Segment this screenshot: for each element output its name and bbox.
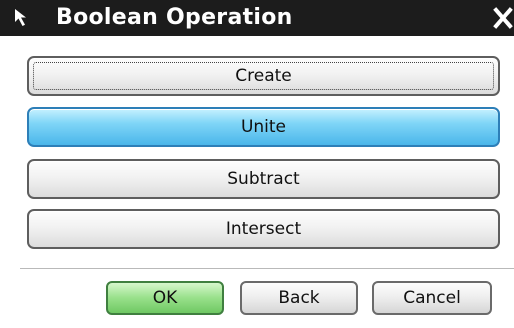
title-bar[interactable]: Boolean Operation [0, 0, 514, 36]
ok-button-label: OK [152, 288, 178, 308]
unite-button-label: Unite [240, 117, 287, 137]
dialog-title: Boolean Operation [56, 5, 293, 30]
close-icon[interactable] [492, 4, 514, 32]
intersect-button-label: Intersect [225, 219, 302, 239]
ok-button[interactable]: OK [106, 281, 224, 315]
boolean-operation-dialog: Boolean Operation Create Unite Subtract … [0, 0, 514, 328]
unite-button[interactable]: Unite [27, 107, 500, 147]
create-button[interactable]: Create [27, 56, 500, 96]
subtract-button-label: Subtract [227, 169, 300, 189]
divider [20, 268, 514, 270]
back-button-label: Back [278, 288, 320, 308]
subtract-button[interactable]: Subtract [27, 159, 500, 199]
intersect-button[interactable]: Intersect [27, 209, 500, 249]
arrow-cursor-icon [15, 9, 26, 26]
cancel-button-label: Cancel [403, 288, 461, 308]
back-button[interactable]: Back [240, 281, 358, 315]
cancel-button[interactable]: Cancel [372, 281, 492, 315]
create-button-label: Create [235, 66, 292, 86]
